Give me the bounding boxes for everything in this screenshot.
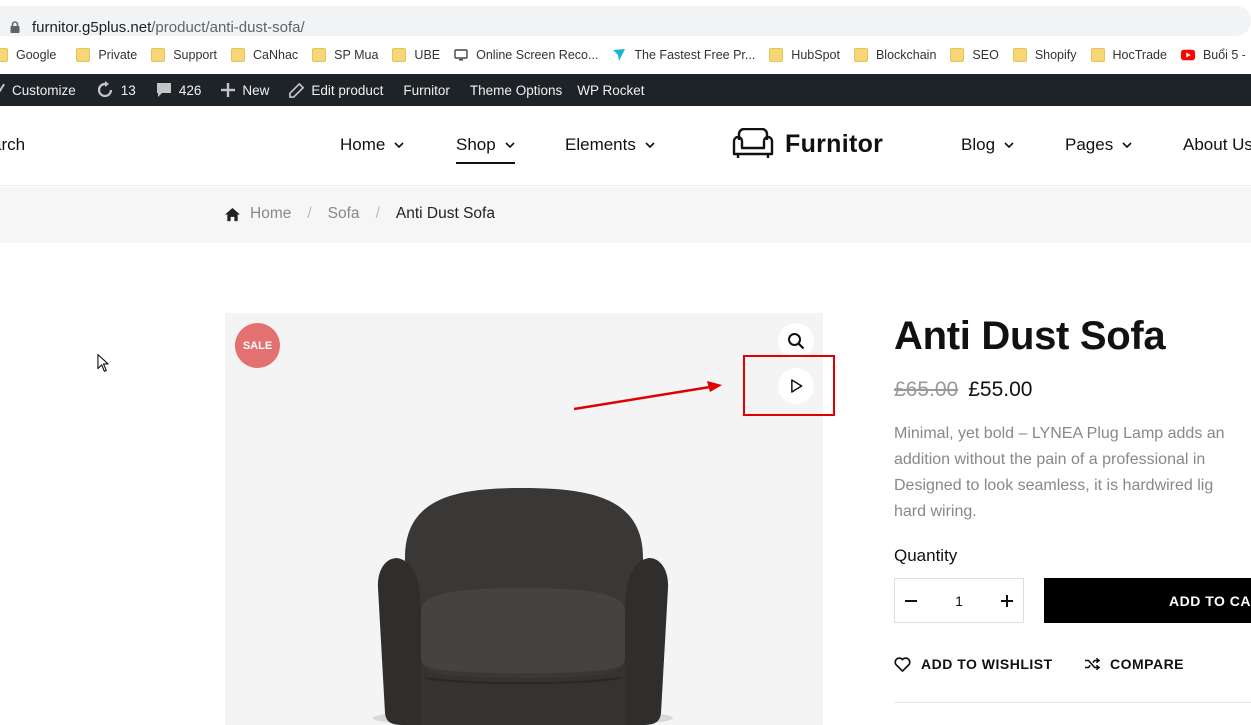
bookmark-seo[interactable]: SEO [950, 48, 999, 62]
breadcrumb-separator: / [307, 205, 312, 222]
folder-icon [1090, 48, 1105, 62]
chevron-down-icon [1004, 142, 1014, 148]
site-header: arch Home Shop Elements Furnitor Blog Pa… [0, 106, 1251, 186]
quantity-increase-button[interactable] [991, 579, 1023, 622]
search-link[interactable]: arch [0, 135, 25, 155]
url-text: furnitor.g5plus.net/product/anti-dust-so… [32, 19, 305, 36]
admin-edit-product[interactable]: Edit product [289, 82, 383, 98]
chevron-down-icon [645, 142, 655, 148]
quantity-label: Quantity [894, 546, 958, 565]
comment-icon [156, 83, 171, 97]
add-to-cart-button[interactable]: ADD TO CART [1044, 578, 1251, 623]
admin-furnitor[interactable]: Furnitor [403, 83, 450, 98]
nav-about-us[interactable]: About Us [1183, 135, 1251, 155]
sale-price: £55.00 [968, 378, 1033, 401]
quantity-decrease-button[interactable] [895, 579, 927, 622]
brush-icon [0, 83, 5, 93]
folder-icon [231, 48, 245, 62]
armchair-product-image [373, 488, 673, 725]
bookmark-canhac[interactable]: CaNhac [231, 48, 298, 62]
folder-icon [1012, 48, 1027, 62]
description-line: Designed to look seamless, it is hardwir… [894, 477, 1214, 494]
bookmark-private[interactable]: Private [76, 48, 137, 62]
logo-text: Furnitor [785, 129, 884, 158]
bookmark-shopify[interactable]: Shopify [1012, 48, 1077, 62]
folder-icon [76, 48, 91, 62]
folder-icon [0, 48, 8, 62]
admin-wp-rocket[interactable]: WP Rocket [577, 83, 644, 98]
youtube-icon [1180, 49, 1195, 61]
chevron-down-icon [505, 142, 515, 148]
product-title: Anti Dust Sofa [894, 314, 1166, 358]
nav-home[interactable]: Home [340, 135, 404, 155]
bookmark-online-screen-recorder[interactable]: Online Screen Reco... [454, 48, 598, 62]
product-price: £65.00 £55.00 [894, 378, 1032, 402]
folder-icon [151, 48, 166, 62]
cyan-arrow-icon [613, 49, 626, 61]
breadcrumb: Home / Sofa / Anti Dust Sofa [224, 205, 495, 223]
folder-icon [392, 48, 407, 62]
nav-blog[interactable]: Blog [961, 135, 1014, 155]
bookmark-support[interactable]: Support [151, 48, 217, 62]
nav-shop[interactable]: Shop [456, 135, 515, 164]
admin-updates[interactable]: 13 [96, 81, 136, 99]
admin-theme-options[interactable]: Theme Options [470, 83, 562, 98]
nav-pages[interactable]: Pages [1065, 135, 1132, 155]
wp-admin-bar: Customize 13 426 New Edit product Furnit… [0, 74, 1251, 106]
bookmark-blockchain[interactable]: Blockchain [853, 48, 936, 62]
bookmark-buoi-5[interactable]: Buổi 5 - Kỹ [1180, 48, 1245, 62]
compare-button[interactable]: COMPARE [1084, 656, 1184, 672]
section-divider [894, 702, 1251, 703]
shuffle-icon [1085, 657, 1100, 671]
bookmark-sp-mua[interactable]: SP Mua [312, 48, 378, 62]
product-description: Minimal, yet bold – LYNEA Plug Lamp adds… [894, 421, 1251, 525]
pencil-icon [289, 82, 305, 98]
add-to-wishlist-button[interactable]: ADD TO WISHLIST [894, 656, 1053, 672]
product-gallery[interactable]: SALE [225, 313, 823, 725]
plus-icon [221, 83, 236, 97]
annotation-highlight-box [743, 355, 835, 416]
browser-url-bar: furnitor.g5plus.net/product/anti-dust-so… [0, 0, 1251, 40]
bookmark-fastest-free[interactable]: The Fastest Free Pr... [612, 48, 755, 62]
quantity-input[interactable]: 1 [927, 593, 991, 609]
chevron-down-icon [1122, 142, 1132, 148]
chevron-down-icon [394, 142, 404, 148]
plus-icon [1001, 594, 1013, 607]
lock-icon [10, 21, 20, 33]
nav-elements[interactable]: Elements [565, 135, 655, 155]
bookmark-hoctrade[interactable]: HocTrade [1090, 48, 1167, 62]
description-line: addition without the pain of a professio… [894, 451, 1206, 468]
heart-icon [894, 656, 911, 672]
breadcrumb-category[interactable]: Sofa [328, 205, 360, 223]
breadcrumb-home[interactable]: Home [250, 205, 291, 223]
mouse-cursor-icon [97, 354, 109, 372]
annotation-arrow [573, 381, 722, 411]
bookmark-ube[interactable]: UBE [392, 48, 440, 62]
old-price: £65.00 [894, 378, 959, 401]
breadcrumb-current: Anti Dust Sofa [395, 205, 495, 222]
bookmark-hubspot[interactable]: HubSpot [769, 48, 840, 62]
description-line: hard wiring. [894, 503, 977, 520]
description-line: Minimal, yet bold – LYNEA Plug Lamp adds… [894, 425, 1225, 442]
admin-comments[interactable]: 426 [156, 82, 201, 98]
bookmarks-bar: Google Private Support CaNhac SP Mua UBE… [0, 42, 1245, 68]
admin-customize[interactable]: Customize [0, 83, 76, 98]
folder-icon [769, 48, 784, 62]
admin-new[interactable]: New [221, 83, 269, 98]
armchair-logo-icon [732, 128, 774, 158]
minus-icon [905, 599, 917, 602]
folder-icon [853, 48, 868, 62]
quantity-stepper: 1 [894, 578, 1024, 623]
home-icon [225, 207, 240, 221]
folder-icon [950, 48, 965, 62]
breadcrumb-bar: Home / Sofa / Anti Dust Sofa [0, 187, 1251, 243]
folder-icon [312, 48, 327, 62]
monitor-icon [454, 49, 468, 61]
refresh-icon [97, 81, 112, 98]
address-field[interactable]: furnitor.g5plus.net/product/anti-dust-so… [0, 6, 1251, 36]
breadcrumb-separator: / [375, 205, 380, 222]
bookmark-google[interactable]: Google [0, 48, 56, 62]
site-logo[interactable]: Furnitor [731, 128, 883, 160]
